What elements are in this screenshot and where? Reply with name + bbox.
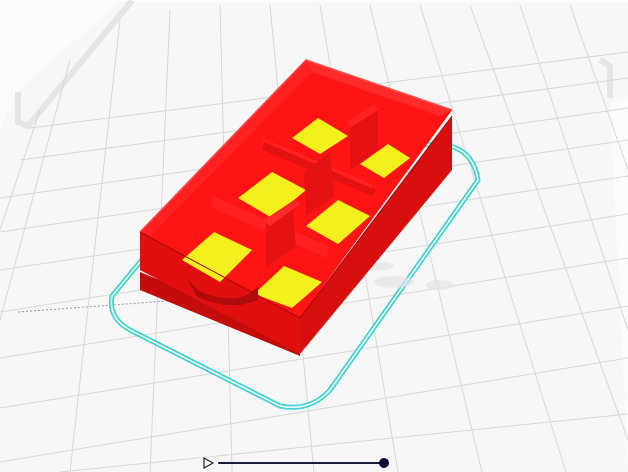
slider-handle[interactable] bbox=[379, 458, 389, 468]
layer-slider[interactable] bbox=[200, 454, 400, 472]
build-plate-scene[interactable] bbox=[0, 0, 628, 472]
slider-track[interactable] bbox=[218, 462, 384, 464]
play-icon[interactable] bbox=[202, 457, 214, 469]
slicer-viewport[interactable] bbox=[0, 0, 628, 472]
